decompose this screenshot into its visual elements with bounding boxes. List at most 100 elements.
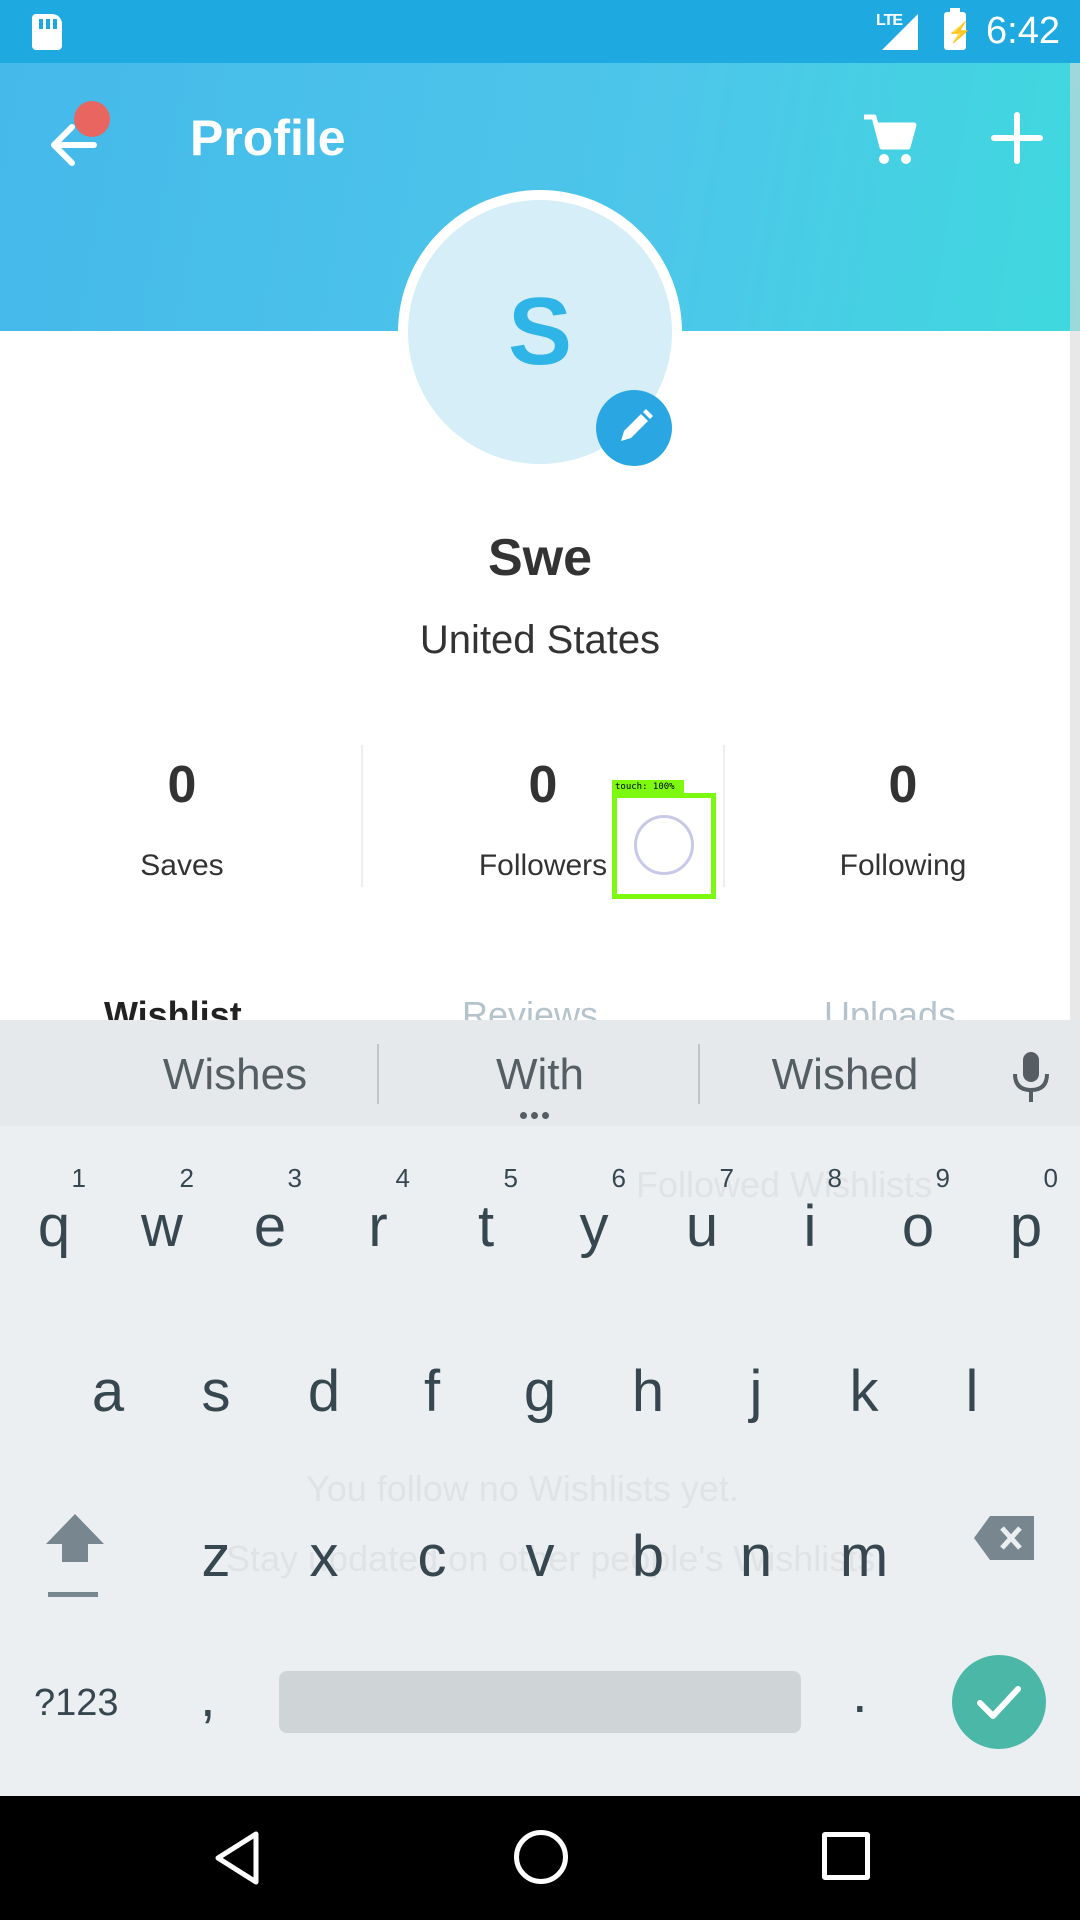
key-a[interactable]: a xyxy=(54,1308,162,1428)
key-char: t xyxy=(477,1194,495,1259)
key-char: q xyxy=(37,1194,71,1259)
microphone-icon[interactable] xyxy=(1010,1050,1052,1104)
key-char: f xyxy=(423,1359,441,1424)
nav-recents-icon[interactable] xyxy=(822,1832,870,1880)
key-hint: 1 xyxy=(71,1163,86,1193)
shift-key[interactable] xyxy=(42,1510,108,1600)
key-l[interactable]: l xyxy=(918,1308,1026,1428)
pencil-icon xyxy=(621,409,653,441)
profile-country: United States xyxy=(419,618,661,662)
key-hint: 6 xyxy=(611,1163,626,1193)
key-char: l xyxy=(965,1359,979,1424)
stat-saves[interactable]: 0 Saves xyxy=(57,755,307,883)
edit-avatar-button[interactable] xyxy=(596,390,672,466)
key-hint: 7 xyxy=(719,1163,734,1193)
nav-back-icon[interactable] xyxy=(210,1828,264,1888)
key-o[interactable]: 9o xyxy=(864,1143,972,1263)
navigation-bar xyxy=(0,1796,1080,1920)
key-char: n xyxy=(739,1524,773,1589)
key-char: z xyxy=(201,1524,231,1589)
key-char: y xyxy=(579,1194,609,1259)
key-char: w xyxy=(141,1194,183,1259)
battery-charging-icon: ⚡ xyxy=(944,8,972,50)
key-hint: 8 xyxy=(827,1163,842,1193)
sd-card-icon xyxy=(32,14,62,50)
symbols-key[interactable]: ?123 xyxy=(34,1682,119,1725)
key-b[interactable]: b xyxy=(594,1473,702,1593)
key-char: d xyxy=(307,1359,341,1424)
key-q[interactable]: 1q xyxy=(0,1143,108,1263)
key-char: k xyxy=(849,1359,879,1424)
key-char: r xyxy=(368,1194,388,1259)
plus-icon[interactable] xyxy=(990,111,1044,165)
more-suggestions-icon[interactable] xyxy=(520,1106,560,1119)
period-key[interactable]: . xyxy=(852,1660,868,1725)
key-s[interactable]: s xyxy=(162,1308,270,1428)
signal-icon xyxy=(882,14,918,50)
key-f[interactable]: f xyxy=(378,1308,486,1428)
suggestion-1[interactable]: Wishes xyxy=(130,1050,340,1100)
key-hint: 0 xyxy=(1043,1163,1058,1193)
key-k[interactable]: k xyxy=(810,1308,918,1428)
space-key[interactable] xyxy=(279,1671,801,1733)
key-char: e xyxy=(253,1194,287,1259)
profile-name: Swe xyxy=(487,529,593,587)
notification-dot xyxy=(74,101,110,137)
key-u[interactable]: 7u xyxy=(648,1143,756,1263)
suggestion-strip: Wishes With Wished xyxy=(0,1020,1080,1126)
nav-home-icon[interactable] xyxy=(514,1830,568,1884)
stat-divider xyxy=(361,745,363,887)
key-hint: 2 xyxy=(179,1163,194,1193)
key-char: h xyxy=(631,1359,665,1424)
key-char: v xyxy=(525,1524,555,1589)
key-char: a xyxy=(91,1359,125,1424)
tab-reviews[interactable]: Reviews xyxy=(462,994,598,1020)
stat-value: 0 xyxy=(888,756,918,814)
key-p[interactable]: 0p xyxy=(972,1143,1080,1263)
status-time: 6:42 xyxy=(986,10,1060,52)
key-char: x xyxy=(309,1524,339,1589)
key-t[interactable]: 5t xyxy=(432,1143,540,1263)
key-g[interactable]: g xyxy=(486,1308,594,1428)
key-y[interactable]: 6y xyxy=(540,1143,648,1263)
stat-label: Following xyxy=(839,849,967,882)
key-v[interactable]: v xyxy=(486,1473,594,1593)
key-char: i xyxy=(803,1194,817,1259)
key-z[interactable]: z xyxy=(162,1473,270,1593)
status-bar: LTE ⚡ 6:42 xyxy=(0,0,1080,63)
comma-key[interactable]: , xyxy=(200,1664,216,1729)
key-n[interactable]: n xyxy=(702,1473,810,1593)
stat-following[interactable]: 0 Following xyxy=(778,755,1028,883)
touch-indicator-circle xyxy=(634,815,694,875)
key-char: u xyxy=(685,1194,719,1259)
key-c[interactable]: c xyxy=(378,1473,486,1593)
key-char: o xyxy=(901,1194,935,1259)
suggestion-2[interactable]: With xyxy=(440,1050,640,1100)
key-d[interactable]: d xyxy=(270,1308,378,1428)
key-m[interactable]: m xyxy=(810,1473,918,1593)
key-char: c xyxy=(417,1524,447,1589)
stat-value: 0 xyxy=(167,756,197,814)
key-j[interactable]: j xyxy=(702,1308,810,1428)
key-hint: 3 xyxy=(287,1163,302,1193)
key-char: b xyxy=(631,1524,665,1589)
suggestion-3[interactable]: Wished xyxy=(740,1050,950,1100)
key-x[interactable]: x xyxy=(270,1473,378,1593)
key-w[interactable]: 2w xyxy=(108,1143,216,1263)
cart-icon[interactable] xyxy=(860,109,920,169)
key-e[interactable]: 3e xyxy=(216,1143,324,1263)
key-hint: 9 xyxy=(935,1163,950,1193)
suggestion-divider xyxy=(698,1044,700,1104)
key-h[interactable]: h xyxy=(594,1308,702,1428)
tab-uploads[interactable]: Uploads xyxy=(824,994,956,1020)
backspace-key[interactable] xyxy=(972,1514,1038,1562)
page-title: Profile xyxy=(190,110,346,166)
stat-label: Saves xyxy=(140,849,224,882)
key-r[interactable]: 4r xyxy=(324,1143,432,1263)
key-char: m xyxy=(839,1524,889,1589)
done-key[interactable] xyxy=(952,1655,1046,1749)
checkmark-icon xyxy=(977,1686,1021,1719)
tab-wishlist[interactable]: Wishlist xyxy=(104,994,242,1020)
stat-divider xyxy=(723,745,725,887)
key-i[interactable]: 8i xyxy=(756,1143,864,1263)
